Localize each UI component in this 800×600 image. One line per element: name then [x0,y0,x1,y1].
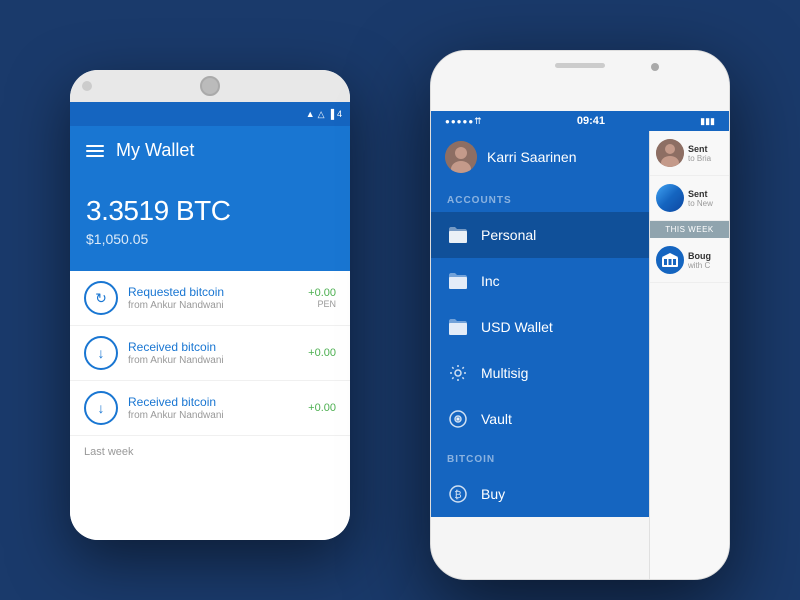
tx-details: Received bitcoin from Ankur Nandwani [128,395,298,421]
peek-sub-3: with C [688,261,711,270]
request-icon: ↻ [84,281,118,315]
multisig-label: Multisig [481,365,528,381]
iphone-signal: ●●●●● [445,117,474,126]
tx-title: Received bitcoin [128,340,298,354]
battery-level: 4 [337,109,342,119]
peek-info-2: Sent to New [688,189,713,208]
iphone-top [431,51,729,111]
tx-status: PEN [308,299,336,309]
peek-avatar-bria [656,139,684,167]
table-row[interactable]: ↻ Requested bitcoin from Ankur Nandwani … [70,271,350,326]
inc-label: Inc [481,273,500,289]
iphone-camera [651,63,659,71]
tx-subtitle: from Ankur Nandwani [128,300,298,311]
receive-icon: ↓ [84,336,118,370]
buy-label: Buy [481,486,505,502]
iphone-wifi-icon: ⇈ [474,116,482,127]
android-top-bar [70,70,350,102]
tx-amount: +0.00 [308,402,336,414]
personal-label: Personal [481,227,536,243]
folder-icon-usd [447,316,469,338]
usd-amount: $1,050.05 [86,231,334,247]
tx-amount: +0.00 [308,287,336,299]
tx-details: Received bitcoin from Ankur Nandwani [128,340,298,366]
peek-avatar-landscape [656,184,684,212]
tx-amount: +0.00 [308,347,336,359]
android-transactions: ↻ Requested bitcoin from Ankur Nandwani … [70,271,350,436]
bitcoin-icon: ₿ [447,483,469,505]
svg-text:₿: ₿ [454,489,461,501]
tx-right: +0.00 [308,347,336,359]
hamburger-line-1 [86,145,104,147]
peek-info-3: Boug with C [688,251,711,270]
usd-wallet-label: USD Wallet [481,319,553,335]
last-week-label: Last week [70,436,350,468]
iphone-status-bar: ●●●●● ⇈ 09:41 ▮▮▮ [431,111,729,131]
iphone-speaker [555,63,605,68]
vault-icon [447,408,469,430]
peek-title-3: Boug [688,251,711,261]
android-phone: ▲ △ ▐ 4 My Wallet 3.3519 BTC $1,050.05 [70,70,350,540]
phone-container: ▲ △ ▐ 4 My Wallet 3.3519 BTC $1,050.05 [50,40,750,560]
peek-info: Sent to Bria [688,144,711,163]
wifi-icon: ▲ [306,109,315,119]
hamburger-menu-button[interactable] [86,145,104,157]
tx-right: +0.00 PEN [308,287,336,309]
gear-icon-multisig [447,362,469,384]
tx-details: Requested bitcoin from Ankur Nandwani [128,285,298,311]
iphone-right-peek: Sent to Bria Sent to New THIS WEEK [649,131,729,580]
iphone-battery: ▮▮▮ [700,116,715,127]
battery-icon: ▐ [328,109,334,119]
tx-subtitle: from Ankur Nandwani [128,410,298,421]
receive-icon-2: ↓ [84,391,118,425]
android-wallet-title: My Wallet [116,140,194,161]
this-week-label: THIS WEEK [650,221,729,238]
peek-avatar-bank [656,246,684,274]
android-hero: 3.3519 BTC $1,050.05 [70,175,350,271]
peek-title: Sent [688,144,711,154]
user-avatar-image [445,141,477,173]
folder-icon-inc [447,270,469,292]
peek-title-2: Sent [688,189,713,199]
hamburger-line-3 [86,155,104,157]
peek-tx-item-2[interactable]: Sent to New [650,176,729,221]
signal-icon: △ [318,109,325,120]
iphone: ●●●●● ⇈ 09:41 ▮▮▮ Karri Saarinen ACCO [430,50,730,580]
android-fingerprint [200,76,220,96]
avatar [445,141,477,173]
tx-right: +0.00 [308,402,336,414]
android-home-circle [82,81,92,91]
android-header: My Wallet [70,126,350,175]
table-row[interactable]: ↓ Received bitcoin from Ankur Nandwani +… [70,326,350,381]
android-screen: ▲ △ ▐ 4 My Wallet 3.3519 BTC $1,050.05 [70,102,350,540]
android-status-icons: ▲ △ ▐ 4 [306,109,342,120]
hamburger-line-2 [86,150,104,152]
tx-subtitle: from Ankur Nandwani [128,355,298,366]
table-row[interactable]: ↓ Received bitcoin from Ankur Nandwani +… [70,381,350,436]
android-status-bar: ▲ △ ▐ 4 [70,102,350,126]
vault-label: Vault [481,411,512,427]
peek-tx-item[interactable]: Sent to Bria [650,131,729,176]
tx-title: Requested bitcoin [128,285,298,299]
iphone-time: 09:41 [577,115,605,127]
btc-amount: 3.3519 BTC [86,195,334,227]
peek-tx-item-3[interactable]: Boug with C [650,238,729,283]
peek-sub-2: to New [688,199,713,208]
peek-sub: to Bria [688,154,711,163]
folder-icon-personal [447,224,469,246]
tx-title: Received bitcoin [128,395,298,409]
